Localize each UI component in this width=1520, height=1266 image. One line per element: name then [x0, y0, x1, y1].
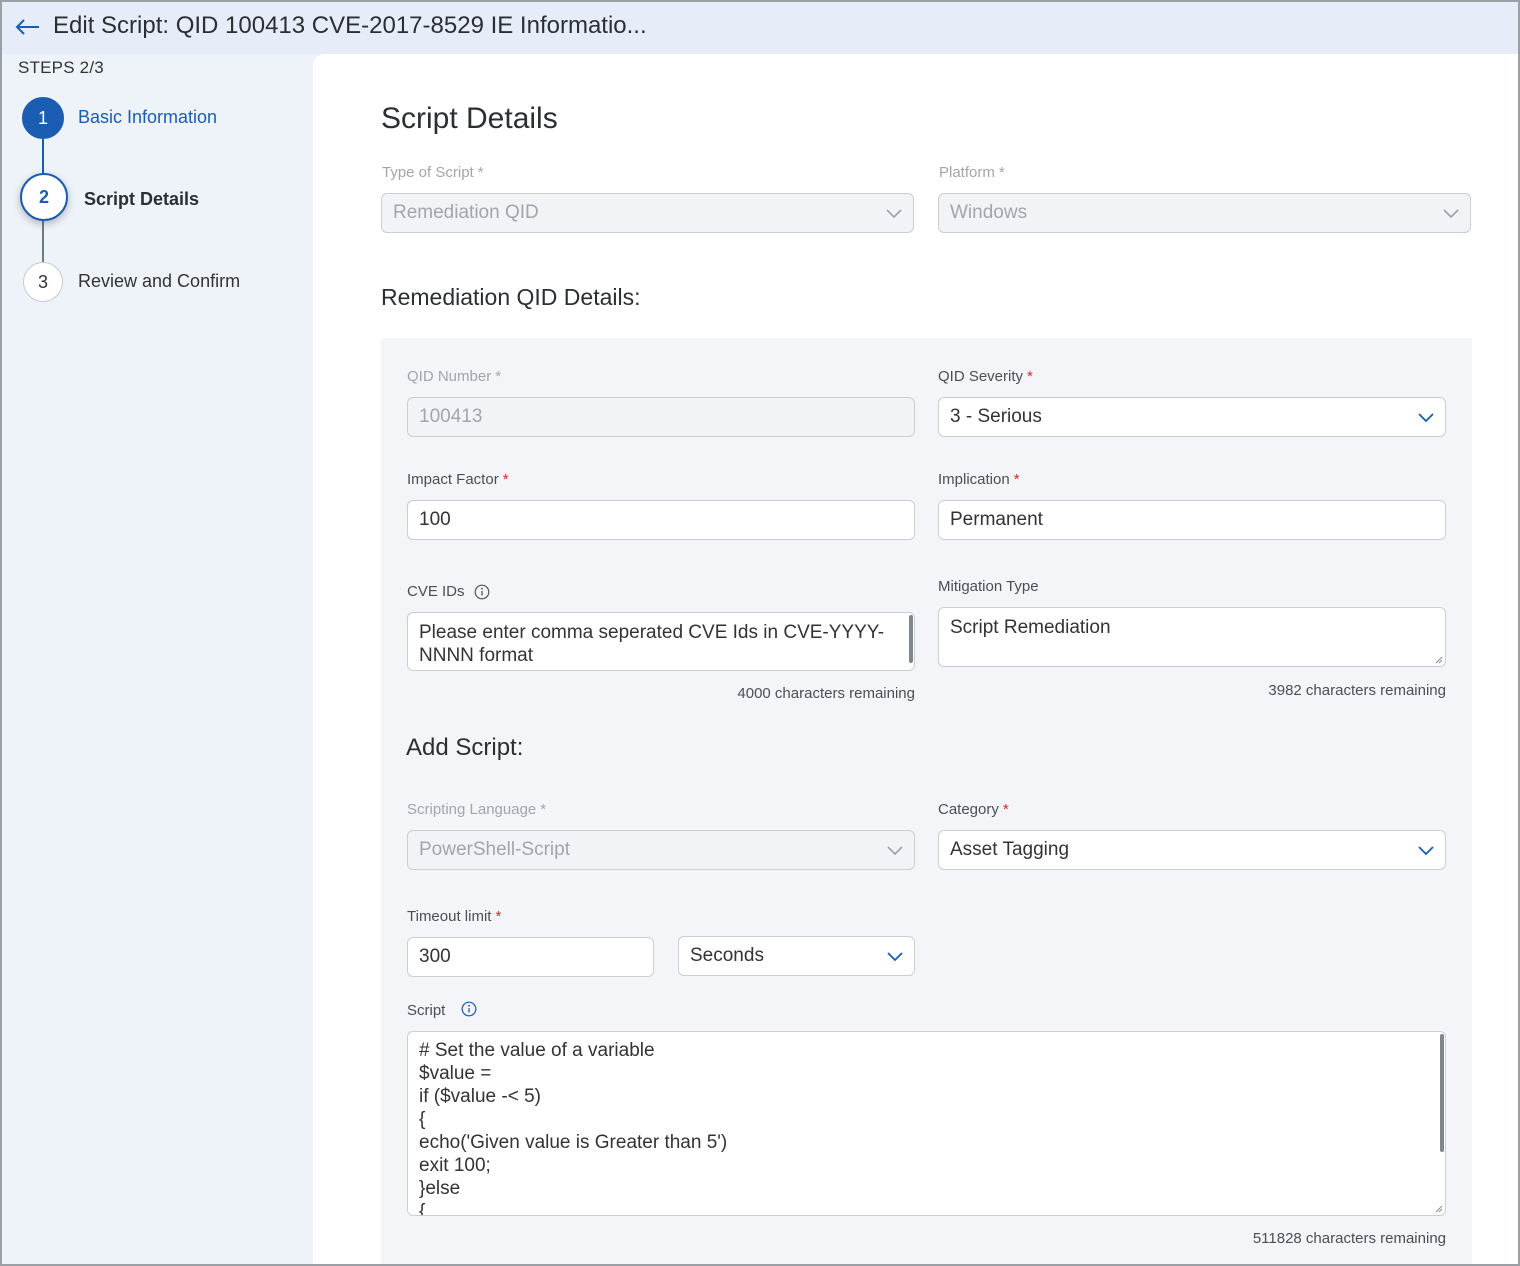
- step-2-label[interactable]: Script Details: [84, 189, 199, 210]
- script-line: }else: [419, 1178, 461, 1199]
- implication-input[interactable]: Permanent: [938, 500, 1446, 540]
- category-select[interactable]: Asset Tagging: [938, 830, 1446, 870]
- step-3-label[interactable]: Review and Confirm: [78, 271, 240, 292]
- platform-label: Platform *: [939, 164, 1005, 181]
- arrow-left-icon[interactable]: [14, 14, 42, 40]
- scripting-language-label: Scripting Language *: [407, 801, 547, 818]
- scripting-language-select[interactable]: PowerShell-Script: [407, 830, 915, 870]
- info-icon[interactable]: [461, 1001, 477, 1017]
- scrollbar-thumb[interactable]: [1440, 1034, 1444, 1152]
- timeout-limit-label: Timeout limit *: [407, 908, 502, 925]
- timeout-value: 300: [419, 946, 451, 967]
- script-line: # Set the value of a variable: [419, 1040, 655, 1061]
- chevron-down-icon: [1443, 209, 1459, 219]
- step-3-indicator[interactable]: 3: [23, 262, 63, 302]
- script-line: if ($value -< 5): [419, 1086, 541, 1107]
- step-1-indicator[interactable]: 1: [22, 97, 64, 139]
- impact-factor-value: 100: [419, 509, 451, 530]
- chevron-down-icon: [1418, 413, 1434, 423]
- remediation-section-title: Remediation QID Details:: [381, 284, 641, 310]
- page-title: Edit Script: QID 100413 CVE-2017-8529 IE…: [53, 12, 647, 39]
- script-line: $value =: [419, 1063, 492, 1084]
- qid-number-value: 100413: [419, 406, 483, 427]
- mitigation-type-value: Script Remediation: [950, 617, 1111, 638]
- steps-counter: STEPS 2/3: [18, 58, 104, 77]
- page-header: Edit Script: QID 100413 CVE-2017-8529 IE…: [0, 0, 1520, 54]
- resize-handle-icon[interactable]: [1435, 656, 1443, 664]
- timeout-value-input[interactable]: 300: [407, 937, 654, 977]
- platform-select[interactable]: Windows: [938, 193, 1471, 233]
- main-content: Script Details Type of Script * Remediati…: [313, 54, 1520, 1266]
- script-remaining: 511828 characters remaining: [1252, 1230, 1446, 1247]
- timeout-unit-select[interactable]: Seconds: [678, 936, 915, 976]
- qid-number-field[interactable]: 100413: [407, 397, 915, 437]
- script-line: {: [419, 1201, 426, 1216]
- implication-label: Implication *: [938, 471, 1020, 488]
- type-of-script-value: Remediation QID: [393, 202, 539, 223]
- step-connector-2: [42, 221, 44, 263]
- impact-factor-input[interactable]: 100: [407, 500, 915, 540]
- mitigation-type-label: Mitigation Type: [938, 578, 1039, 595]
- cve-ids-label: CVE IDs: [407, 583, 465, 600]
- chevron-down-icon: [887, 846, 903, 856]
- cve-ids-textarea[interactable]: Please enter comma seperated CVE Ids in …: [407, 612, 915, 671]
- category-value: Asset Tagging: [950, 839, 1070, 860]
- chevron-down-icon: [1418, 846, 1434, 856]
- timeout-unit-value: Seconds: [690, 945, 764, 966]
- step-connector-1: [42, 139, 44, 175]
- remediation-details-panel: QID Number * 100413 QID Severity * 3 - Ser…: [381, 338, 1472, 1266]
- impact-factor-label: Impact Factor *: [407, 471, 509, 488]
- chevron-down-icon: [886, 209, 902, 219]
- qid-severity-value: 3 - Serious: [950, 406, 1042, 427]
- info-icon[interactable]: [474, 584, 490, 600]
- mitigation-type-textarea[interactable]: Script Remediation: [938, 607, 1446, 667]
- cve-ids-placeholder: Please enter comma seperated CVE Ids in …: [419, 622, 885, 666]
- script-label: Script: [407, 1002, 446, 1019]
- resize-handle-icon[interactable]: [1435, 1205, 1443, 1213]
- chevron-down-icon: [887, 952, 903, 962]
- scrollbar-thumb[interactable]: [909, 615, 913, 663]
- script-textarea[interactable]: # Set the value of a variable $value = i…: [407, 1031, 1446, 1216]
- script-line: echo('Given value is Greater than 5'): [419, 1132, 728, 1153]
- step-1-label[interactable]: Basic Information: [78, 107, 217, 128]
- type-of-script-select[interactable]: Remediation QID: [381, 193, 914, 233]
- cve-ids-remaining: 4000 characters remaining: [737, 685, 915, 702]
- add-script-title: Add Script:: [406, 734, 524, 761]
- qid-severity-select[interactable]: 3 - Serious: [938, 397, 1446, 437]
- scripting-language-value: PowerShell-Script: [419, 839, 570, 860]
- script-line: {: [419, 1109, 426, 1130]
- mitigation-type-remaining: 3982 characters remaining: [1268, 682, 1446, 699]
- qid-number-label: QID Number *: [407, 368, 502, 385]
- implication-value: Permanent: [950, 509, 1043, 530]
- qid-severity-label: QID Severity *: [938, 368, 1033, 385]
- steps-panel: STEPS 2/3 1 Basic Information 2 Script D…: [0, 54, 313, 1266]
- step-2-indicator[interactable]: 2: [20, 173, 68, 221]
- script-line: exit 100;: [419, 1155, 491, 1176]
- category-label: Category *: [938, 801, 1009, 818]
- section-title: Script Details: [381, 102, 558, 135]
- type-of-script-label: Type of Script *: [382, 164, 484, 181]
- platform-value: Windows: [950, 202, 1028, 223]
